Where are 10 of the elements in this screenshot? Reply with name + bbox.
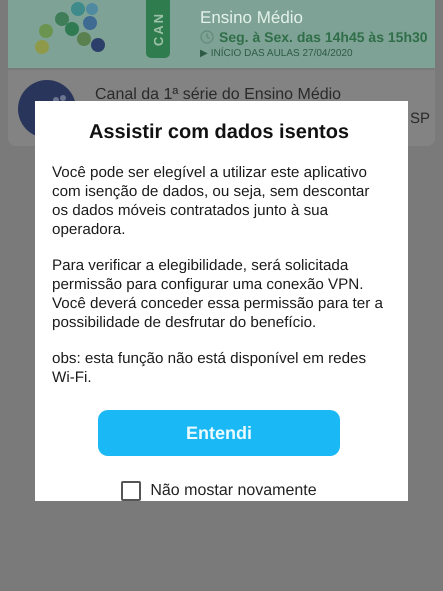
schedule-text: Seg. à Sex. das 14h45 às 15h30 — [219, 29, 428, 45]
banner-subtitle: Ensino Médio — [200, 9, 304, 27]
start-date-text: ▶ INÍCIO DAS AULAS 27/04/2020 — [200, 47, 354, 59]
channel-title: Canal da 1ª série do Ensino Médio — [95, 86, 342, 104]
dialog-title: Assistir com dados isentos — [88, 121, 350, 144]
dialog-paragraph: Para verificar a elegibilidade, será solicitada permissão para configurar uma conexão VPN. Você deverá conceder essa permissão para ter a possibilidade de desfrutar do benefício. — [52, 256, 384, 332]
dialog-paragraph: obs: esta função não está disponível em redes Wi-Fi. — [52, 349, 368, 387]
channel-tag: CAN — [146, 0, 170, 58]
dialog-paragraph: Você pode ser elegível a utilizar este aplicativo com isenção de dados, ou seja, sem descontar os dados móveis contratados junto à sua operadora. — [52, 163, 370, 239]
channel-trailing-text: SP — [410, 110, 430, 127]
